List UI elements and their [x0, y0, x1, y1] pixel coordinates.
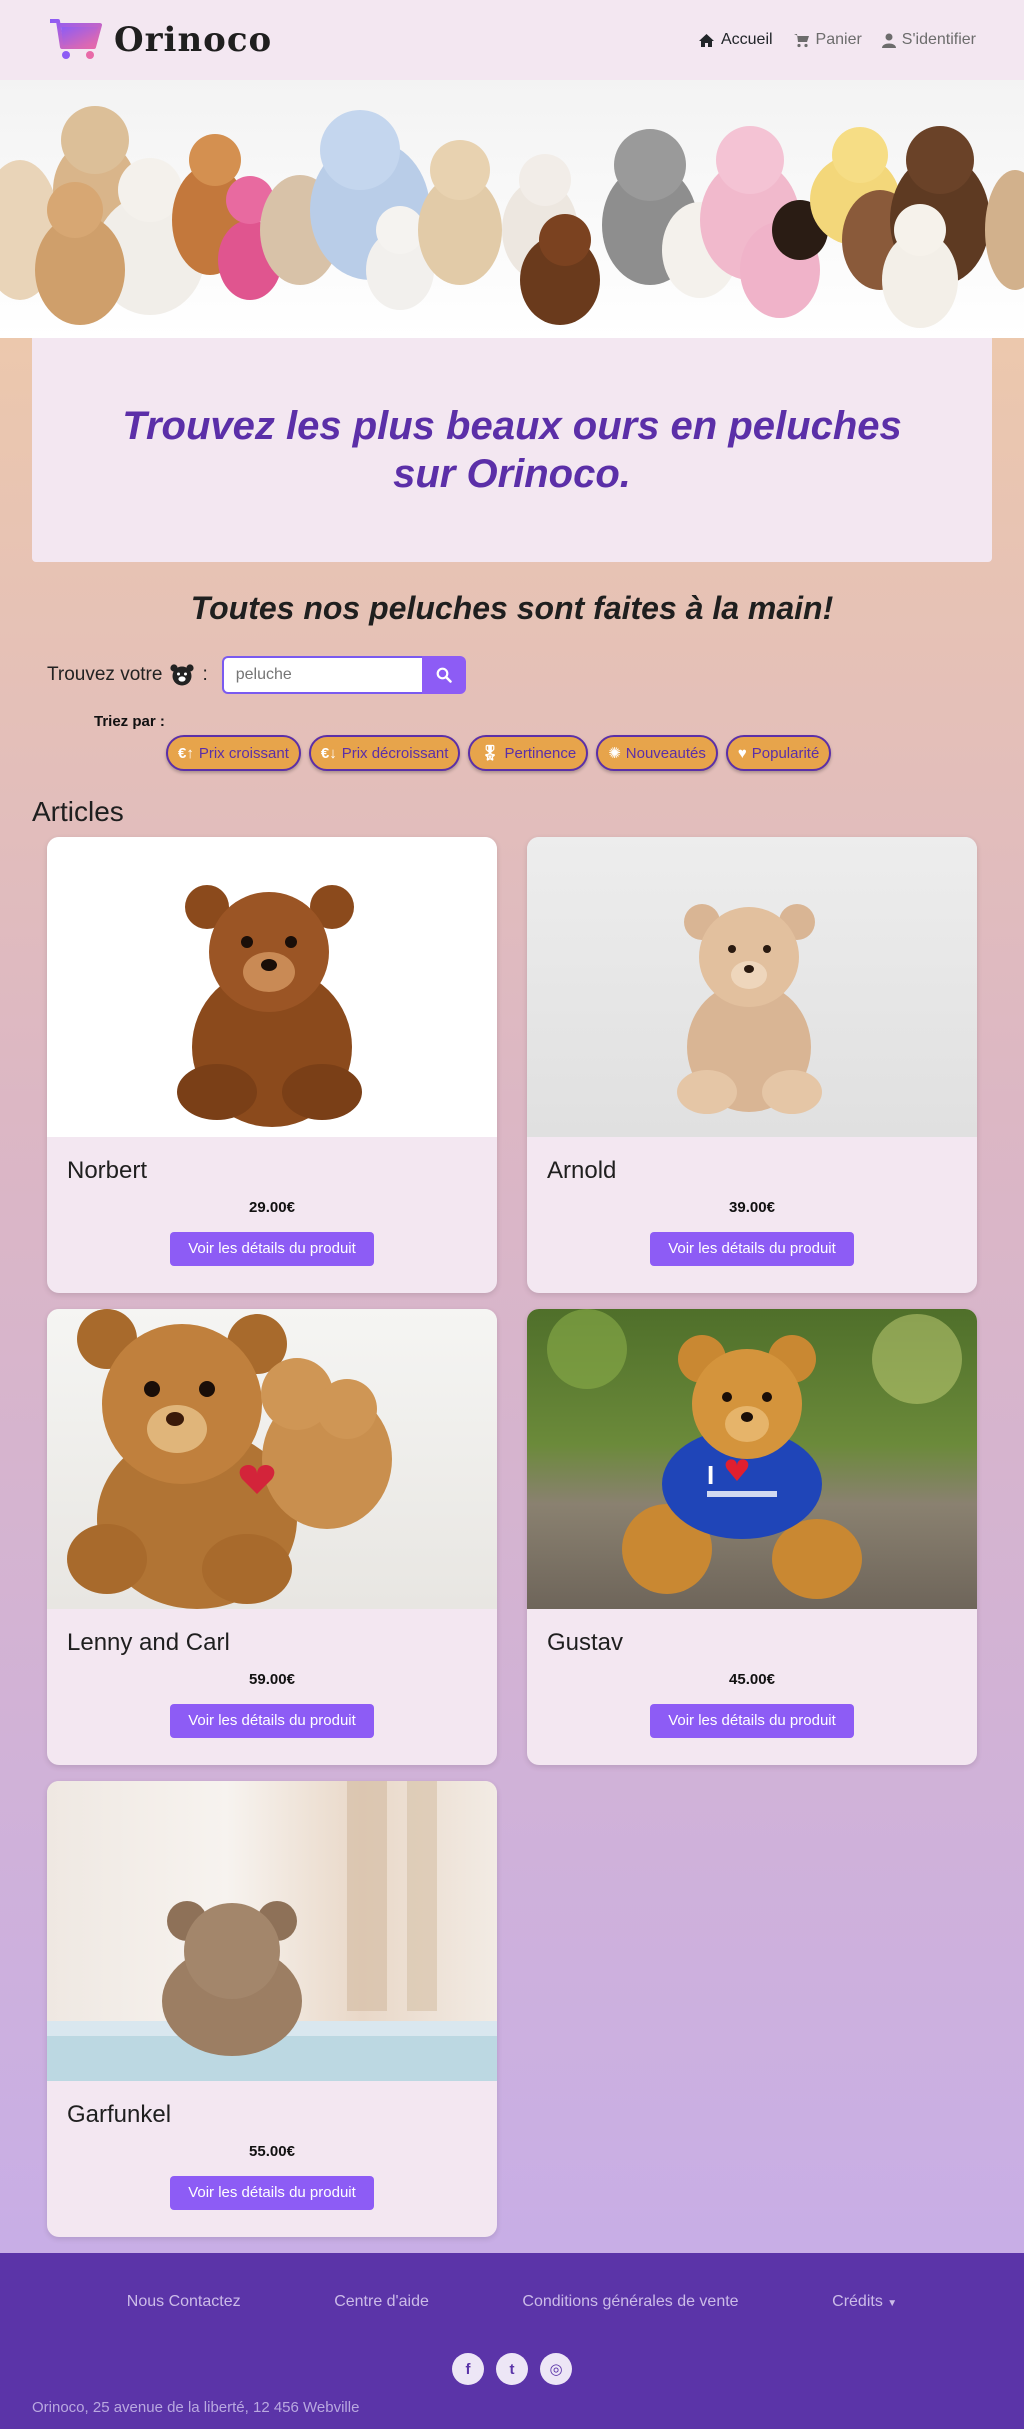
facebook-icon[interactable]: f [452, 2353, 484, 2385]
product-image: I [527, 1309, 977, 1609]
search-colon: : [202, 664, 208, 685]
footer: Nous Contactez Centre d'aide Conditions … [0, 2253, 1024, 2429]
product-name: Garfunkel [67, 2101, 172, 2128]
hero-subtitle: Toutes nos peluches sont faites à la mai… [190, 590, 834, 626]
product-details-button[interactable]: Voir les détails du produit [170, 1232, 374, 1266]
product-image [47, 1309, 497, 1609]
sort-label-text: Prix croissant [198, 744, 289, 762]
euro-down-icon: €↓ [320, 744, 337, 762]
product-price: 39.00€ [729, 1199, 775, 1216]
heart-icon: ♥ [737, 744, 747, 762]
articles-title: Articles [32, 796, 124, 827]
product-card-body: Gustav 45.00€ Voir les détails du produi… [527, 1609, 977, 1765]
product-card: Arnold 39.00€ Voir les détails du produi… [527, 837, 977, 1293]
sort-label-text: Nouveautés [625, 744, 706, 762]
product-details-button[interactable]: Voir les détails du produit [650, 1704, 854, 1738]
product-card-body: Arnold 39.00€ Voir les détails du produi… [527, 1137, 977, 1293]
bear-face-icon [170, 664, 195, 686]
hero-banner-image [0, 80, 1024, 338]
product-image [47, 1781, 497, 2081]
sort-label-text: Prix décroissant [341, 744, 449, 762]
sort-label: Triez par : [94, 713, 165, 730]
product-card-body: Lenny and Carl 59.00€ Voir les détails d… [47, 1609, 497, 1765]
sort-price-asc-button[interactable]: €↑ Prix croissant [166, 735, 301, 771]
nav-cart[interactable]: Panier [793, 31, 862, 49]
product-card: Norbert 29.00€ Voir les détails du produ… [47, 837, 497, 1293]
product-details-button[interactable]: Voir les détails du produit [170, 1704, 374, 1738]
product-image [527, 837, 977, 1137]
search-icon [436, 667, 452, 683]
navbar: Orinoco Accueil Panier S'identifier [0, 0, 1024, 80]
hero-jumbotron: Trouvez les plus beaux ours en peluches … [32, 338, 992, 562]
product-price: 59.00€ [249, 1671, 295, 1688]
product-price: 55.00€ [249, 2143, 295, 2160]
sort-price-desc-button[interactable]: €↓ Prix décroissant [308, 735, 461, 771]
home-icon [698, 33, 714, 47]
medal-icon: 🎖 [480, 745, 500, 762]
euro-up-icon: €↑ [178, 744, 194, 762]
sort-options: €↑ Prix croissant €↓ Prix décroissant 🎖 … [166, 735, 832, 771]
product-price: 45.00€ [729, 1671, 775, 1688]
nav-home[interactable]: Accueil [698, 31, 773, 49]
nav-home-label: Accueil [720, 31, 773, 48]
product-details-button[interactable]: Voir les détails du produit [170, 2176, 374, 2210]
footer-credits-label: Crédits [832, 2293, 883, 2310]
search-row: Trouvez votre : [47, 656, 466, 694]
cart-icon [793, 33, 809, 47]
brand-name: Orinoco [114, 20, 273, 60]
product-name: Norbert [67, 1157, 148, 1184]
nav-links: Accueil Panier S'identifier [698, 31, 976, 49]
brand-logo[interactable]: Orinoco [48, 17, 272, 63]
product-name: Lenny and Carl [67, 1629, 230, 1656]
footer-links: Nous Contactez Centre d'aide Conditions … [0, 2293, 1024, 2311]
sort-label-text: Pertinence [504, 744, 577, 762]
user-icon [881, 33, 896, 48]
cart-logo-icon [50, 19, 102, 59]
search-label: Trouvez votre [47, 664, 163, 685]
sort-label-text: Popularité [751, 744, 820, 762]
product-card: Garfunkel 55.00€ Voir les détails du pro… [47, 1781, 497, 2237]
nav-login-label: S'identifier [901, 31, 976, 48]
social-links: f t ◎ [0, 2353, 1024, 2385]
footer-credits-dropdown[interactable]: Crédits ▼ [832, 2293, 897, 2311]
search-button[interactable] [421, 656, 466, 694]
product-name: Gustav [547, 1629, 624, 1656]
sort-new-button[interactable]: ✺ Nouveautés [596, 735, 718, 771]
footer-link-help[interactable]: Centre d'aide [334, 2293, 429, 2311]
caret-down-icon: ▼ [887, 2298, 898, 2309]
product-image [47, 837, 497, 1137]
sort-relevance-button[interactable]: 🎖 Pertinence [468, 735, 589, 771]
product-card: I Gustav 45.00€ Voir les détails du prod… [527, 1309, 977, 1765]
svg-text:I: I [707, 1460, 714, 1490]
footer-link-contact[interactable]: Nous Contactez [127, 2293, 241, 2311]
search-box [221, 656, 466, 694]
search-input[interactable] [221, 656, 422, 694]
hero-headline: Trouvez les plus beaux ours en peluches … [122, 404, 902, 496]
product-price: 29.00€ [249, 1199, 295, 1216]
twitter-icon[interactable]: t [496, 2353, 528, 2385]
footer-link-terms[interactable]: Conditions générales de vente [522, 2293, 738, 2311]
burst-icon: ✺ [608, 745, 621, 762]
footer-address: Orinoco, 25 avenue de la liberté, 12 456… [32, 2399, 360, 2416]
instagram-icon[interactable]: ◎ [540, 2353, 572, 2385]
product-card-body: Garfunkel 55.00€ Voir les détails du pro… [47, 2081, 497, 2237]
nav-cart-label: Panier [815, 31, 862, 48]
product-name: Arnold [547, 1157, 617, 1184]
product-card-body: Norbert 29.00€ Voir les détails du produ… [47, 1137, 497, 1293]
sort-popularity-button[interactable]: ♥ Popularité [725, 735, 832, 771]
product-card: Lenny and Carl 59.00€ Voir les détails d… [47, 1309, 497, 1765]
product-details-button[interactable]: Voir les détails du produit [650, 1232, 854, 1266]
nav-login[interactable]: S'identifier [881, 31, 976, 49]
